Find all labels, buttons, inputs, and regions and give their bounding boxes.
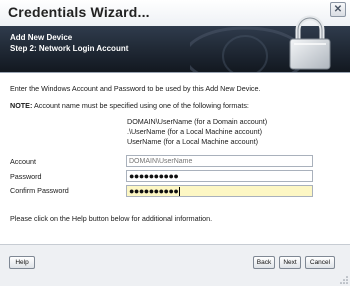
password-mask: ●●●●●●●●●● bbox=[129, 171, 179, 181]
back-button[interactable]: Back bbox=[253, 256, 275, 269]
cancel-button[interactable]: Cancel bbox=[305, 256, 335, 269]
padlock-icon bbox=[289, 15, 331, 70]
window-title: Credentials Wizard... bbox=[8, 4, 150, 20]
account-label: Account bbox=[10, 157, 36, 166]
note-body: Account name must be specified using one… bbox=[33, 101, 249, 110]
format-example: .\UserName (for a Local Machine account) bbox=[127, 127, 263, 136]
note-label: NOTE: bbox=[10, 101, 33, 110]
password-field[interactable]: ●●●●●●●●●● bbox=[126, 170, 313, 182]
next-button[interactable]: Next bbox=[279, 256, 301, 269]
resize-grip-icon[interactable] bbox=[340, 276, 348, 284]
header-title: Add New Device bbox=[10, 33, 73, 42]
text-caret bbox=[179, 187, 181, 197]
help-button[interactable]: Help bbox=[9, 256, 35, 269]
confirm-password-label: Confirm Password bbox=[10, 186, 69, 195]
password-label: Password bbox=[10, 172, 42, 181]
account-input[interactable] bbox=[126, 155, 313, 167]
header-divider bbox=[0, 72, 350, 73]
note-text: NOTE: Account name must be specified usi… bbox=[10, 101, 249, 110]
format-example: UserName (for a Local Machine account) bbox=[127, 137, 259, 146]
instruction-text: Enter the Windows Account and Password t… bbox=[10, 84, 261, 93]
confirm-password-mask: ●●●●●●●●●● bbox=[129, 186, 179, 196]
format-example: DOMAIN\UserName (for a Domain account) bbox=[127, 117, 268, 126]
header-step: Step 2: Network Login Account bbox=[10, 44, 129, 53]
confirm-password-field[interactable]: ●●●●●●●●●● bbox=[126, 185, 313, 197]
help-hint-text: Please click on the Help button below fo… bbox=[10, 214, 213, 223]
eye-watermark-icon bbox=[190, 26, 300, 72]
